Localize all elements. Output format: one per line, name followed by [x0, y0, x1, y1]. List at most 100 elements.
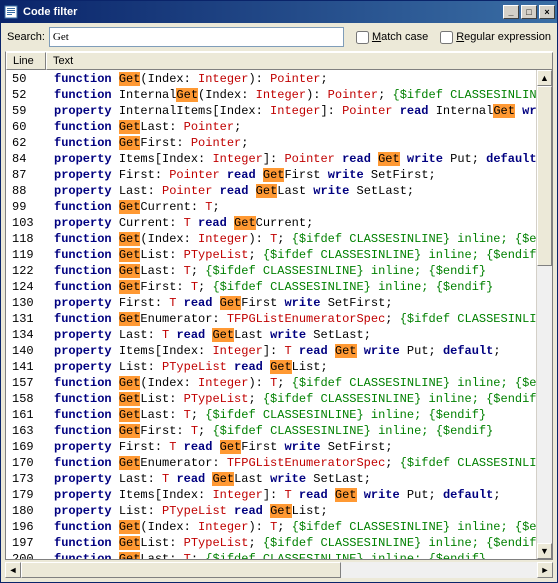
maximize-button[interactable]: □	[521, 5, 537, 19]
result-row[interactable]: 131function GetEnumerator: TFPGListEnume…	[6, 311, 536, 327]
line-number: 118	[6, 231, 46, 247]
line-text: property First: T read GetFirst write Se…	[46, 439, 536, 455]
result-row[interactable]: 197function GetList: PTypeList; {$ifdef …	[6, 535, 536, 551]
result-row[interactable]: 170function GetEnumerator: TFPGListEnume…	[6, 455, 536, 471]
line-number: 197	[6, 535, 46, 551]
line-number: 163	[6, 423, 46, 439]
result-row[interactable]: 50function Get(Index: Integer): Pointer;	[6, 71, 536, 87]
results-panel: 50function Get(Index: Integer): Pointer;…	[5, 70, 553, 560]
search-input[interactable]	[49, 27, 344, 47]
result-row[interactable]: 118function Get(Index: Integer): T; {$if…	[6, 231, 536, 247]
app-icon	[3, 4, 19, 20]
results-list[interactable]: 50function Get(Index: Integer): Pointer;…	[6, 70, 536, 559]
match-case-label: Match case	[372, 31, 428, 43]
scroll-down-button[interactable]: ▼	[537, 543, 552, 559]
match-case-checkbox[interactable]: Match case	[356, 31, 428, 44]
search-row: Search: Match case Regular expression	[1, 23, 557, 51]
line-text: function Get(Index: Integer): T; {$ifdef…	[46, 231, 536, 247]
result-row[interactable]: 130property First: T read GetFirst write…	[6, 295, 536, 311]
line-number: 180	[6, 503, 46, 519]
result-row[interactable]: 200function GetLast: T; {$ifdef CLASSESI…	[6, 551, 536, 559]
scroll-thumb-vertical[interactable]	[537, 86, 552, 266]
result-row[interactable]: 169property First: T read GetFirst write…	[6, 439, 536, 455]
line-text: function Get(Index: Integer): Pointer;	[46, 71, 536, 87]
titlebar[interactable]: Code filter _ □ ×	[1, 1, 557, 23]
line-number: 103	[6, 215, 46, 231]
line-text: function GetEnumerator: TFPGListEnumerat…	[46, 311, 536, 327]
column-header-text[interactable]: Text	[46, 52, 553, 70]
result-row[interactable]: 124function GetFirst: T; {$ifdef CLASSES…	[6, 279, 536, 295]
line-number: 130	[6, 295, 46, 311]
result-row[interactable]: 103property Current: T read GetCurrent;	[6, 215, 536, 231]
result-row[interactable]: 196function Get(Index: Integer): T; {$if…	[6, 519, 536, 535]
result-row[interactable]: 119function GetList: PTypeList; {$ifdef …	[6, 247, 536, 263]
line-number: 140	[6, 343, 46, 359]
result-row[interactable]: 60function GetLast: Pointer;	[6, 119, 536, 135]
scroll-track-horizontal[interactable]	[21, 562, 537, 578]
vertical-scrollbar[interactable]: ▲ ▼	[536, 70, 552, 559]
regex-box[interactable]	[440, 31, 453, 44]
line-number: 134	[6, 327, 46, 343]
result-row[interactable]: 180property List: PTypeList read GetList…	[6, 503, 536, 519]
line-number: 170	[6, 455, 46, 471]
minimize-button[interactable]: _	[503, 5, 519, 19]
scroll-thumb-horizontal[interactable]	[21, 562, 341, 578]
line-text: property First: T read GetFirst write Se…	[46, 295, 536, 311]
line-number: 60	[6, 119, 46, 135]
line-number: 88	[6, 183, 46, 199]
line-number: 141	[6, 359, 46, 375]
scroll-left-button[interactable]: ◄	[5, 562, 21, 578]
line-number: 52	[6, 87, 46, 103]
match-case-box[interactable]	[356, 31, 369, 44]
result-row[interactable]: 179property Items[Index: Integer]: T rea…	[6, 487, 536, 503]
line-text: property First: Pointer read GetFirst wr…	[46, 167, 536, 183]
result-row[interactable]: 84property Items[Index: Integer]: Pointe…	[6, 151, 536, 167]
result-row[interactable]: 158function GetList: PTypeList; {$ifdef …	[6, 391, 536, 407]
line-text: property Items[Index: Integer]: T read G…	[46, 487, 536, 503]
regex-checkbox[interactable]: Regular expression	[440, 31, 551, 44]
line-text: function GetLast: T; {$ifdef CLASSESINLI…	[46, 263, 536, 279]
line-text: function GetLast: T; {$ifdef CLASSESINLI…	[46, 551, 536, 559]
line-text: function Get(Index: Integer): T; {$ifdef…	[46, 375, 536, 391]
column-header-line[interactable]: Line	[6, 52, 46, 70]
scroll-track-vertical[interactable]	[537, 86, 552, 543]
line-text: function GetList: PTypeList; {$ifdef CLA…	[46, 247, 536, 263]
line-text: property List: PTypeList read GetList;	[46, 359, 536, 375]
line-text: function Get(Index: Integer): T; {$ifdef…	[46, 519, 536, 535]
line-text: property Current: T read GetCurrent;	[46, 215, 536, 231]
result-row[interactable]: 122function GetLast: T; {$ifdef CLASSESI…	[6, 263, 536, 279]
scroll-right-button[interactable]: ►	[537, 562, 553, 578]
result-row[interactable]: 99function GetCurrent: T;	[6, 199, 536, 215]
result-row[interactable]: 141property List: PTypeList read GetList…	[6, 359, 536, 375]
result-row[interactable]: 88property Last: Pointer read GetLast wr…	[6, 183, 536, 199]
line-number: 131	[6, 311, 46, 327]
search-label: Search:	[7, 31, 45, 43]
result-row[interactable]: 173property Last: T read GetLast write S…	[6, 471, 536, 487]
result-row[interactable]: 161function GetLast: T; {$ifdef CLASSESI…	[6, 407, 536, 423]
close-button[interactable]: ×	[539, 5, 555, 19]
line-text: function GetList: PTypeList; {$ifdef CLA…	[46, 535, 536, 551]
line-text: property Items[Index: Integer]: Pointer …	[46, 151, 536, 167]
code-filter-window: Code filter _ □ × Search: Match case Reg…	[0, 0, 558, 583]
result-row[interactable]: 62function GetFirst: Pointer;	[6, 135, 536, 151]
line-number: 158	[6, 391, 46, 407]
scroll-up-button[interactable]: ▲	[537, 70, 552, 86]
result-row[interactable]: 163function GetFirst: T; {$ifdef CLASSES…	[6, 423, 536, 439]
line-text: function GetFirst: T; {$ifdef CLASSESINL…	[46, 279, 536, 295]
line-number: 119	[6, 247, 46, 263]
line-text: function GetEnumerator: TFPGListEnumerat…	[46, 455, 536, 471]
horizontal-scrollbar[interactable]: ◄ ►	[5, 562, 553, 578]
result-row[interactable]: 52function InternalGet(Index: Integer): …	[6, 87, 536, 103]
line-text: function InternalGet(Index: Integer): Po…	[46, 87, 536, 103]
line-text: function GetCurrent: T;	[46, 199, 536, 215]
line-text: property Last: T read GetLast write SetL…	[46, 471, 536, 487]
result-row[interactable]: 157function Get(Index: Integer): T; {$if…	[6, 375, 536, 391]
result-row[interactable]: 140property Items[Index: Integer]: T rea…	[6, 343, 536, 359]
result-row[interactable]: 59property InternalItems[Index: Integer]…	[6, 103, 536, 119]
line-text: property Items[Index: Integer]: T read G…	[46, 343, 536, 359]
line-number: 84	[6, 151, 46, 167]
result-row[interactable]: 134property Last: T read GetLast write S…	[6, 327, 536, 343]
result-row[interactable]: 87property First: Pointer read GetFirst …	[6, 167, 536, 183]
line-number: 124	[6, 279, 46, 295]
line-number: 122	[6, 263, 46, 279]
